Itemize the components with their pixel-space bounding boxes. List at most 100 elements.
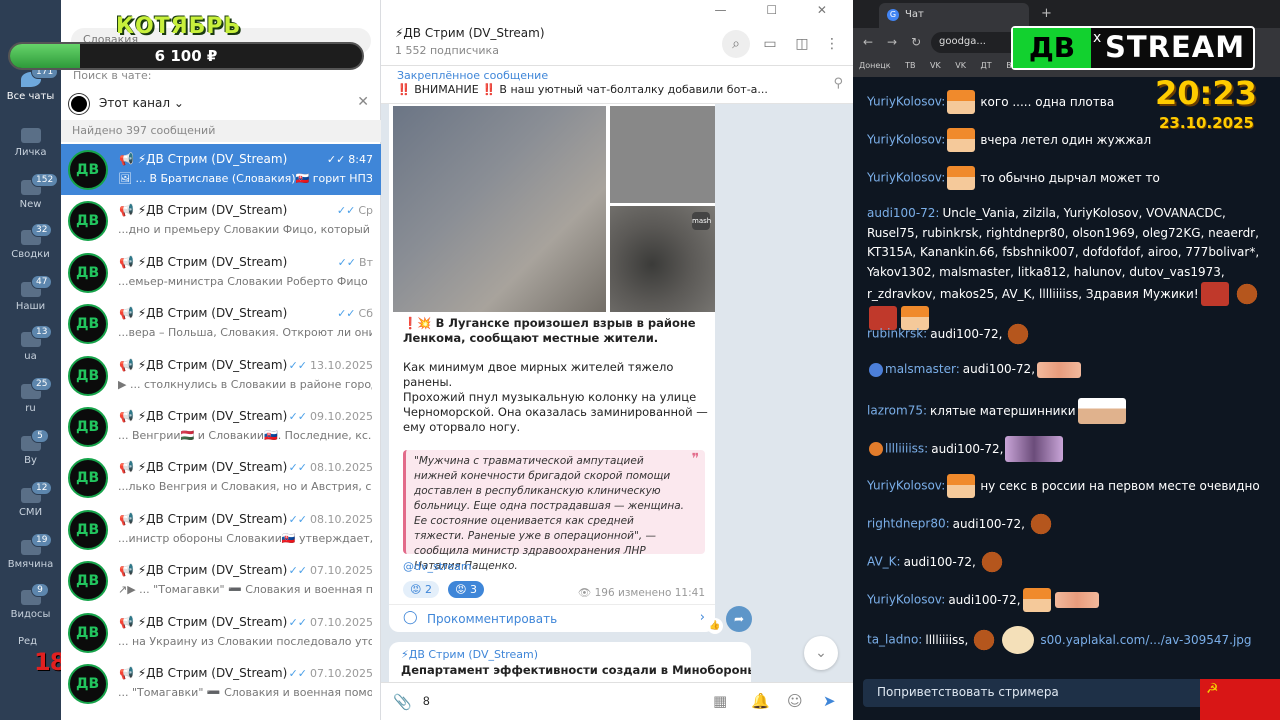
search-result-row[interactable]: 📢 ⚡ДВ Стрим (DV_Stream)✓✓08.10.2025 ...ль… xyxy=(61,452,381,503)
search-result-row[interactable]: 📢 ⚡ДВ Стрим (DV_Stream)✓✓08.10.2025 ...ин… xyxy=(61,504,381,555)
folder-2[interactable]: New 152 xyxy=(0,173,61,210)
folder-7[interactable]: By 5 xyxy=(0,429,61,466)
unread-badge: 25 xyxy=(31,377,53,391)
channel-avatar xyxy=(68,458,108,499)
result-time-text: 08.10.2025 xyxy=(310,461,373,475)
chat-username[interactable]: lazrom75: xyxy=(867,404,927,418)
channel-title[interactable]: ⚡ДВ Стрим (DV_Stream) xyxy=(395,26,545,40)
search-result-row[interactable]: 📢 ⚡ДВ Стрим (DV_Stream)✓✓07.10.2025 ... "… xyxy=(61,658,381,709)
search-icon[interactable]: ⌕ xyxy=(722,30,750,58)
stream-chat-message: rightdnepr80: audi100-72, xyxy=(867,512,1271,536)
pinned-message[interactable]: Закреплённое сообщение ‼️ ВНИМАНИЕ ‼️ В … xyxy=(381,66,853,104)
channel-avatar xyxy=(68,509,108,550)
comment-button[interactable]: Прокомментировать xyxy=(389,604,715,632)
chat-username[interactable]: YuriyKolosov: xyxy=(867,95,945,109)
search-result-row[interactable]: 📢 ⚡ДВ Стрим (DV_Stream)✓✓09.10.2025 ... В… xyxy=(61,401,381,452)
send-icon[interactable]: ➤ xyxy=(823,692,836,710)
edit-folders[interactable]: Ред xyxy=(18,636,37,647)
close-icon[interactable]: ✕ xyxy=(357,94,369,110)
share-button[interactable]: ➦ xyxy=(726,606,752,632)
window-controls[interactable]: — ☐ ✕ xyxy=(715,3,845,17)
stream-chat-message: lazrom75: клятые матершинники xyxy=(867,398,1271,424)
folder-0[interactable]: Все чаты 171 xyxy=(0,65,61,102)
channel-link[interactable]: @dv_stream xyxy=(403,560,472,573)
flag-image xyxy=(1200,679,1280,720)
result-time: ✓✓ Сб xyxy=(337,307,373,320)
folder-10[interactable]: Видосы 9 xyxy=(0,583,61,620)
new-tab-button[interactable]: + xyxy=(1041,6,1052,21)
thumbs-up-icon[interactable]: 👍 xyxy=(707,618,723,634)
chat-emote-icon xyxy=(947,128,976,152)
channel-avatar xyxy=(68,150,108,190)
schedule-icon[interactable]: ▦ xyxy=(713,692,727,710)
chat-emote-icon xyxy=(977,550,1006,574)
read-check-icon: ✓✓ xyxy=(288,358,308,372)
folder-label: Сводки xyxy=(11,249,50,260)
unread-badge: 47 xyxy=(31,275,53,289)
stream-logo: ДВ x STREAM xyxy=(1011,26,1255,70)
stream-clock: 20:23 xyxy=(1155,74,1257,112)
search-result-row[interactable]: 📢 ⚡ДВ Стрим (DV_Stream)✓✓07.10.2025 ↗▶ ..… xyxy=(61,555,381,606)
message-title: Департамент эффективности создали в Мино… xyxy=(401,663,751,677)
browser-window: G Чат + ←→↻ goodga... Донецк ТВ VK VK ДТ … xyxy=(853,0,1280,720)
chat-username[interactable]: lllliiiiss: xyxy=(885,442,928,456)
message-input[interactable] xyxy=(423,694,663,708)
tab-chat[interactable]: G Чат xyxy=(879,3,1029,28)
chat-username[interactable]: rightdnepr80: xyxy=(867,517,950,531)
emoji-icon[interactable]: ☺ xyxy=(787,692,803,710)
scope-label[interactable]: Этот канал ⌄ xyxy=(99,96,184,110)
bell-icon[interactable]: 🔔 xyxy=(751,692,770,710)
result-title: 📢 ⚡ДВ Стрим (DV_Stream) xyxy=(119,460,288,475)
attach-icon[interactable]: 📎 xyxy=(393,693,412,711)
search-result-row[interactable]: 📢 ⚡ДВ Стрим (DV_Stream)✓✓13.10.2025 ▶ ...… xyxy=(61,350,381,401)
folder-6[interactable]: ru 25 xyxy=(0,377,61,414)
unread-badge: 9 xyxy=(31,583,49,597)
mash-watermark: mash xyxy=(692,212,711,230)
chat-username[interactable]: rubinkrsk: xyxy=(867,327,927,341)
url-input[interactable]: goodga... xyxy=(931,32,1021,53)
chat-link[interactable]: s00.yaplakal.com/.../av-309547.jpg xyxy=(1040,633,1251,647)
folder-3[interactable]: Сводки 32 xyxy=(0,223,61,260)
chat-emote-icon xyxy=(947,474,976,498)
search-results: 📢 ⚡ДВ Стрим (DV_Stream)✓✓8:47🖼 ... В Бра… xyxy=(61,144,381,709)
stream-chat-message: audi100-72: Uncle_Vania, zilzila, YuriyKo… xyxy=(867,204,1271,330)
chat-username[interactable]: malsmaster: xyxy=(885,362,960,376)
message-author[interactable]: ⚡ДВ Стрим (DV_Stream) xyxy=(401,648,739,661)
chat-emote-icon xyxy=(1054,592,1099,608)
chat-username[interactable]: ta_ladno: xyxy=(867,633,922,647)
folder-5[interactable]: ua 13 xyxy=(0,325,61,362)
reaction-chip[interactable]: 😡 3 xyxy=(448,581,485,598)
search-result-row[interactable]: 📢 ⚡ДВ Стрим (DV_Stream) ✓✓Сб ...вера – Пол… xyxy=(61,298,381,349)
sidebar-toggle-icon[interactable]: ◫ xyxy=(788,30,816,58)
goal-title: КОТЯБРЬ xyxy=(116,14,242,39)
search-result-row[interactable]: 📢 ⚡ДВ Стрим (DV_Stream) ✓✓8:47 🖼 ... В Бра… xyxy=(61,144,381,196)
chat-username[interactable]: AV_K: xyxy=(867,555,901,569)
chat-username[interactable]: YuriyKolosov: xyxy=(867,133,945,147)
search-result-row[interactable]: 📢 ⚡ДВ Стрим (DV_Stream)✓✓07.10.2025 ... н… xyxy=(61,607,381,658)
result-title: 📢 ⚡ДВ Стрим (DV_Stream) xyxy=(119,511,288,526)
nav-buttons[interactable]: ←→↻ xyxy=(863,35,935,49)
folder-4[interactable]: Наши 47 xyxy=(0,275,61,312)
result-title: 📢 ⚡ДВ Стрим (DV_Stream) xyxy=(119,203,288,218)
stream-chat-message: AV_K: audi100-72, xyxy=(867,550,1271,574)
chat-username[interactable]: YuriyKolosov: xyxy=(867,479,945,493)
search-scope[interactable]: Этот канал ⌄ ✕ xyxy=(69,92,373,116)
scroll-down-button[interactable]: ⌄ xyxy=(804,636,838,670)
folder-9[interactable]: Вмячина 19 xyxy=(0,533,61,570)
folder-1[interactable]: Личка xyxy=(0,128,61,158)
folder-8[interactable]: СМИ 12 xyxy=(0,481,61,518)
chat-username[interactable]: audi100-72: xyxy=(867,206,939,220)
chat-text: клятые матершинники xyxy=(930,403,1076,418)
photo[interactable] xyxy=(393,106,606,312)
search-result-row[interactable]: 📢 ⚡ДВ Стрим (DV_Stream) ✓✓Вт ...емьер-мини… xyxy=(61,247,381,298)
live-chat-icon[interactable]: ▭ xyxy=(756,30,784,58)
reaction-chip[interactable]: 😡 2 xyxy=(403,581,439,598)
photo[interactable] xyxy=(610,106,715,203)
chat-emote-icon xyxy=(869,362,883,377)
chat-username[interactable]: YuriyKolosov: xyxy=(867,593,945,607)
pin-list-icon[interactable]: ⚲ xyxy=(833,76,843,91)
more-icon[interactable]: ⋮ xyxy=(818,30,846,58)
chat-username[interactable]: YuriyKolosov: xyxy=(867,171,945,185)
read-check-icon: ✓✓ xyxy=(288,512,308,526)
search-result-row[interactable]: 📢 ⚡ДВ Стрим (DV_Stream) ✓✓Ср ...дно и прем… xyxy=(61,195,381,246)
